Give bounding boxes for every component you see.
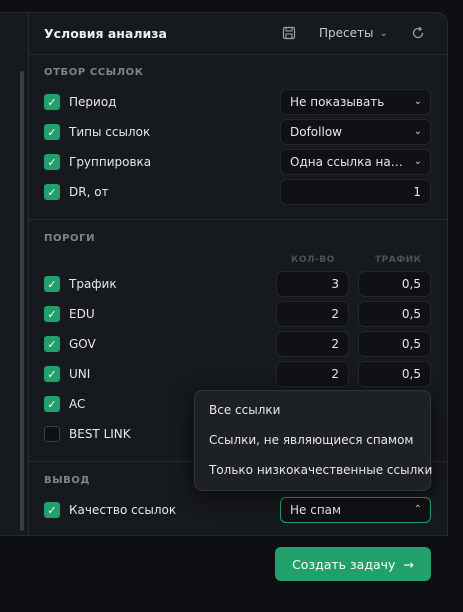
checkbox-ac[interactable]: ✓: [44, 396, 60, 412]
label-dr: DR, от: [69, 185, 109, 199]
select-link-types[interactable]: Dofollow ⌄: [280, 119, 431, 145]
select-period[interactable]: Не показывать ⌄: [280, 89, 431, 115]
menu-option-non-spam[interactable]: Ссылки, не являющиеся спамом: [209, 433, 413, 447]
threshold-row-traffic: ✓ Трафик: [44, 275, 117, 293]
checkbox-link-types[interactable]: ✓: [44, 124, 60, 140]
input-uni-traffic[interactable]: 0,5: [358, 361, 431, 387]
checkbox-uni[interactable]: ✓: [44, 366, 60, 382]
label-best-link: BEST LINK: [69, 427, 131, 441]
input-traffic-traffic[interactable]: 0,5: [358, 271, 431, 297]
threshold-row-gov: ✓ GOV: [44, 335, 96, 353]
filter-row-link-types: ✓ Типы ссылок: [44, 123, 150, 141]
presets-dropdown[interactable]: Пресеты ⌄: [319, 26, 388, 40]
input-traffic-count[interactable]: 3: [276, 271, 349, 297]
input-uni-count[interactable]: 2: [276, 361, 349, 387]
checkbox-quality[interactable]: ✓: [44, 502, 60, 518]
section-title-output: ВЫВОД: [44, 475, 91, 486]
label-traffic: Трафик: [69, 277, 117, 291]
menu-option-low-quality[interactable]: Только низкокачественные ссылки: [209, 463, 432, 477]
label-uni: UNI: [69, 367, 91, 381]
chevron-up-icon: ⌃: [413, 504, 422, 515]
left-panel-edge: ›: [0, 12, 28, 536]
chevron-down-icon: ⌄: [413, 126, 422, 137]
divider: [29, 219, 447, 220]
select-link-quality[interactable]: Не спам ⌃: [280, 497, 431, 523]
input-gov-count[interactable]: 2: [276, 331, 349, 357]
reset-icon[interactable]: [410, 25, 426, 41]
panel-title: Условия анализа: [44, 26, 167, 41]
checkbox-edu[interactable]: ✓: [44, 306, 60, 322]
select-grouping[interactable]: Одна ссылка на домен ⌄: [280, 149, 431, 175]
label-period: Период: [69, 95, 117, 109]
column-header-traffic: ТРАФИК: [375, 255, 422, 265]
scrollbar[interactable]: [20, 71, 24, 531]
filter-row-grouping: ✓ Группировка: [44, 153, 151, 171]
input-dr[interactable]: 1: [280, 179, 431, 205]
input-gov-traffic[interactable]: 0,5: [358, 331, 431, 357]
select-link-quality-value: Не спам: [290, 503, 342, 517]
section-title-link-selection: ОТБОР ССЫЛОК: [44, 67, 144, 78]
chevron-right-icon[interactable]: ›: [0, 35, 1, 49]
select-period-value: Не показывать: [290, 95, 385, 109]
chevron-down-icon: ⌄: [379, 27, 388, 39]
presets-label: Пресеты: [319, 26, 374, 40]
checkbox-grouping[interactable]: ✓: [44, 154, 60, 170]
label-gov: GOV: [69, 337, 96, 351]
link-quality-dropdown-menu: Все ссылки Ссылки, не являющиеся спамом …: [194, 390, 432, 491]
save-icon[interactable]: [282, 26, 296, 40]
input-edu-count[interactable]: 2: [276, 301, 349, 327]
label-ac: AC: [69, 397, 86, 411]
label-link-types: Типы ссылок: [69, 125, 151, 139]
threshold-row-uni: ✓ UNI: [44, 365, 90, 383]
create-task-label: Создать задачу: [292, 556, 396, 572]
checkbox-best-link[interactable]: [44, 426, 60, 442]
filter-row-dr: ✓ DR, от: [44, 183, 109, 201]
label-edu: EDU: [69, 307, 95, 321]
section-title-thresholds: ПОРОГИ: [44, 233, 96, 244]
threshold-row-best-link: BEST LINK: [44, 425, 131, 443]
threshold-row-ac: ✓ AC: [44, 395, 85, 413]
create-task-button[interactable]: Создать задачу →: [275, 547, 431, 581]
chevron-down-icon: ⌄: [413, 156, 422, 167]
input-edu-traffic[interactable]: 0,5: [358, 301, 431, 327]
checkbox-dr[interactable]: ✓: [44, 184, 60, 200]
checkbox-period[interactable]: ✓: [44, 94, 60, 110]
select-grouping-value: Одна ссылка на домен: [290, 155, 431, 169]
arrow-right-icon: →: [403, 556, 414, 572]
checkbox-gov[interactable]: ✓: [44, 336, 60, 352]
threshold-row-edu: ✓ EDU: [44, 305, 95, 323]
checkbox-traffic[interactable]: ✓: [44, 276, 60, 292]
label-grouping: Группировка: [69, 155, 152, 169]
chevron-down-icon: ⌄: [413, 96, 422, 107]
column-header-count: КОЛ-ВО: [291, 255, 335, 265]
select-link-types-value: Dofollow: [290, 125, 342, 139]
panel-header: Условия анализа Пресеты ⌄: [29, 13, 447, 55]
label-quality: Качество ссылок: [69, 503, 177, 517]
output-row-quality: ✓ Качество ссылок: [44, 501, 176, 519]
filter-row-period: ✓ Период: [44, 93, 116, 111]
menu-option-all-links[interactable]: Все ссылки: [209, 403, 280, 417]
